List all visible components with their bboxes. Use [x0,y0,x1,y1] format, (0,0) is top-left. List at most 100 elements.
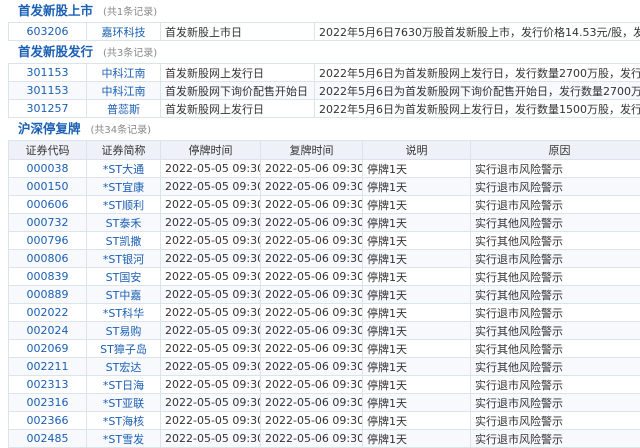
stop-time: 2022-05-05 09:30 [161,286,261,304]
stock-name-link[interactable]: 嘉环科技 [87,23,161,41]
resume-time: 2022-05-06 09:30 [261,160,363,178]
stock-code-link[interactable]: 002022 [9,304,87,322]
stock-code-link[interactable]: 000796 [9,232,87,250]
stock-code-link[interactable]: 002211 [9,358,87,376]
stock-name-link[interactable]: *ST宜康 [87,178,161,196]
table-row: 301257普蕊斯首发新股网上发行日2022年5月6日为首发新股网上发行日，发行… [9,100,640,118]
stock-name-link[interactable]: *ST亚联 [87,394,161,412]
resume-time: 2022-05-06 09:30 [261,304,363,322]
table-row: 000150*ST宜康2022-05-05 09:302022-05-06 09… [9,178,640,196]
table-row: 000839ST国安2022-05-05 09:302022-05-06 09:… [9,268,640,286]
stock-code-link[interactable]: 301153 [9,64,87,82]
note: 停牌1天 [363,340,471,358]
table-row: 002316*ST亚联2022-05-05 09:302022-05-06 09… [9,394,640,412]
col-header-reason: 原因 [471,141,640,160]
stock-name-link[interactable]: ST中嘉 [87,286,161,304]
stock-code-link[interactable]: 002316 [9,394,87,412]
stop-time: 2022-05-05 09:30 [161,340,261,358]
stock-name-link[interactable]: *ST雪发 [87,430,161,448]
note: 停牌1天 [363,250,471,268]
col-header-name: 证券简称 [87,141,161,160]
stock-name-link[interactable]: *ST海核 [87,412,161,430]
stock-code-link[interactable]: 002366 [9,412,87,430]
reason: 实行退市风险警示 [471,178,640,196]
stock-code-link[interactable]: 000806 [9,250,87,268]
stock-name-link[interactable]: *ST顺利 [87,196,161,214]
stop-time: 2022-05-05 09:30 [161,250,261,268]
stock-code-link[interactable]: 002024 [9,322,87,340]
suspension-table: 证券代码 证券简称 停牌时间 复牌时间 说明 原因 000038*ST大通202… [8,140,640,448]
note: 停牌1天 [363,322,471,340]
stock-name-link[interactable]: ST泰禾 [87,214,161,232]
stock-code-link[interactable]: 002069 [9,340,87,358]
stock-code-link[interactable]: 000606 [9,196,87,214]
stop-time: 2022-05-05 09:30 [161,268,261,286]
section-ipo-issue-header: 首发新股发行 (共3条记录) [0,41,640,63]
stock-code-link[interactable]: 000839 [9,268,87,286]
stock-code-link[interactable]: 301153 [9,82,87,100]
resume-time: 2022-05-06 09:30 [261,232,363,250]
reason: 实行退市风险警示 [471,196,640,214]
stock-code-link[interactable]: 000889 [9,286,87,304]
table-row: 002485*ST雪发2022-05-05 09:302022-05-06 09… [9,430,640,448]
stop-time: 2022-05-05 09:30 [161,232,261,250]
reason: 实行其他风险警示 [471,232,640,250]
table-row: 000796ST凯撒2022-05-05 09:302022-05-06 09:… [9,232,640,250]
stock-name-link[interactable]: *ST银河 [87,250,161,268]
resume-time: 2022-05-06 09:30 [261,376,363,394]
stock-name-link[interactable]: ST易购 [87,322,161,340]
note: 停牌1天 [363,358,471,376]
stock-name-link[interactable]: *ST大通 [87,160,161,178]
note: 停牌1天 [363,412,471,430]
note: 停牌1天 [363,160,471,178]
resume-time: 2022-05-06 09:30 [261,358,363,376]
note: 停牌1天 [363,304,471,322]
stock-code-link[interactable]: 000150 [9,178,87,196]
stock-name-link[interactable]: 普蕊斯 [87,100,161,118]
stock-name-link[interactable]: ST国安 [87,268,161,286]
table-row: 002313*ST日海2022-05-05 09:302022-05-06 09… [9,376,640,394]
table-row: 301153中科江南首发新股网上发行日2022年5月6日为首发新股网上发行日，发… [9,64,640,82]
stock-name-link[interactable]: 中科江南 [87,82,161,100]
ipo-issue-table: 301153中科江南首发新股网上发行日2022年5月6日为首发新股网上发行日，发… [8,63,640,118]
note: 停牌1天 [363,196,471,214]
note: 停牌1天 [363,214,471,232]
stock-code-link[interactable]: 002485 [9,430,87,448]
stop-time: 2022-05-05 09:30 [161,322,261,340]
event-description: 2022年5月6日为首发新股网下询价配售开始日，发行数量2700万股，发行价格 [315,82,640,100]
resume-time: 2022-05-06 09:30 [261,286,363,304]
table-row: 603206嘉环科技首发新股上市日2022年5月6日7630万股首发新股上市，发… [9,23,640,41]
reason: 实行退市风险警示 [471,430,640,448]
resume-time: 2022-05-06 09:30 [261,340,363,358]
reason: 实行其他风险警示 [471,286,640,304]
stock-name-link[interactable]: ST凯撒 [87,232,161,250]
reason: 实行其他风险警示 [471,268,640,286]
stock-code-link[interactable]: 301257 [9,100,87,118]
table-row: 000806*ST银河2022-05-05 09:302022-05-06 09… [9,250,640,268]
stock-name-link[interactable]: *ST日海 [87,376,161,394]
note: 停牌1天 [363,376,471,394]
table-row: 000732ST泰禾2022-05-05 09:302022-05-06 09:… [9,214,640,232]
record-count: (共1条记录) [103,3,157,18]
event-type: 首发新股网上发行日 [161,64,315,82]
record-count: (共34条记录) [91,121,152,136]
stop-time: 2022-05-05 09:30 [161,430,261,448]
col-header-code: 证券代码 [9,141,87,160]
stock-name-link[interactable]: ST宏达 [87,358,161,376]
table-row: 002069ST獐子岛2022-05-05 09:302022-05-06 09… [9,340,640,358]
event-description: 2022年5月6日为首发新股网上发行日，发行数量2700万股，发行价格33.68 [315,64,640,82]
col-header-stop-time: 停牌时间 [161,141,261,160]
stock-code-link[interactable]: 000732 [9,214,87,232]
stock-name-link[interactable]: *ST科华 [87,304,161,322]
section-title: 首发新股发行 [18,41,93,60]
stock-name-link[interactable]: ST獐子岛 [87,340,161,358]
stock-code-link[interactable]: 000038 [9,160,87,178]
event-description: 2022年5月6日7630万股首发新股上市，发行价格14.53元/股，发行市盈率… [315,23,640,41]
resume-time: 2022-05-06 09:30 [261,178,363,196]
table-header-row: 证券代码 证券简称 停牌时间 复牌时间 说明 原因 [9,141,640,160]
stock-code-link[interactable]: 603206 [9,23,87,41]
stop-time: 2022-05-05 09:30 [161,178,261,196]
stock-name-link[interactable]: 中科江南 [87,64,161,82]
stock-code-link[interactable]: 002313 [9,376,87,394]
reason: 实行退市风险警示 [471,160,640,178]
